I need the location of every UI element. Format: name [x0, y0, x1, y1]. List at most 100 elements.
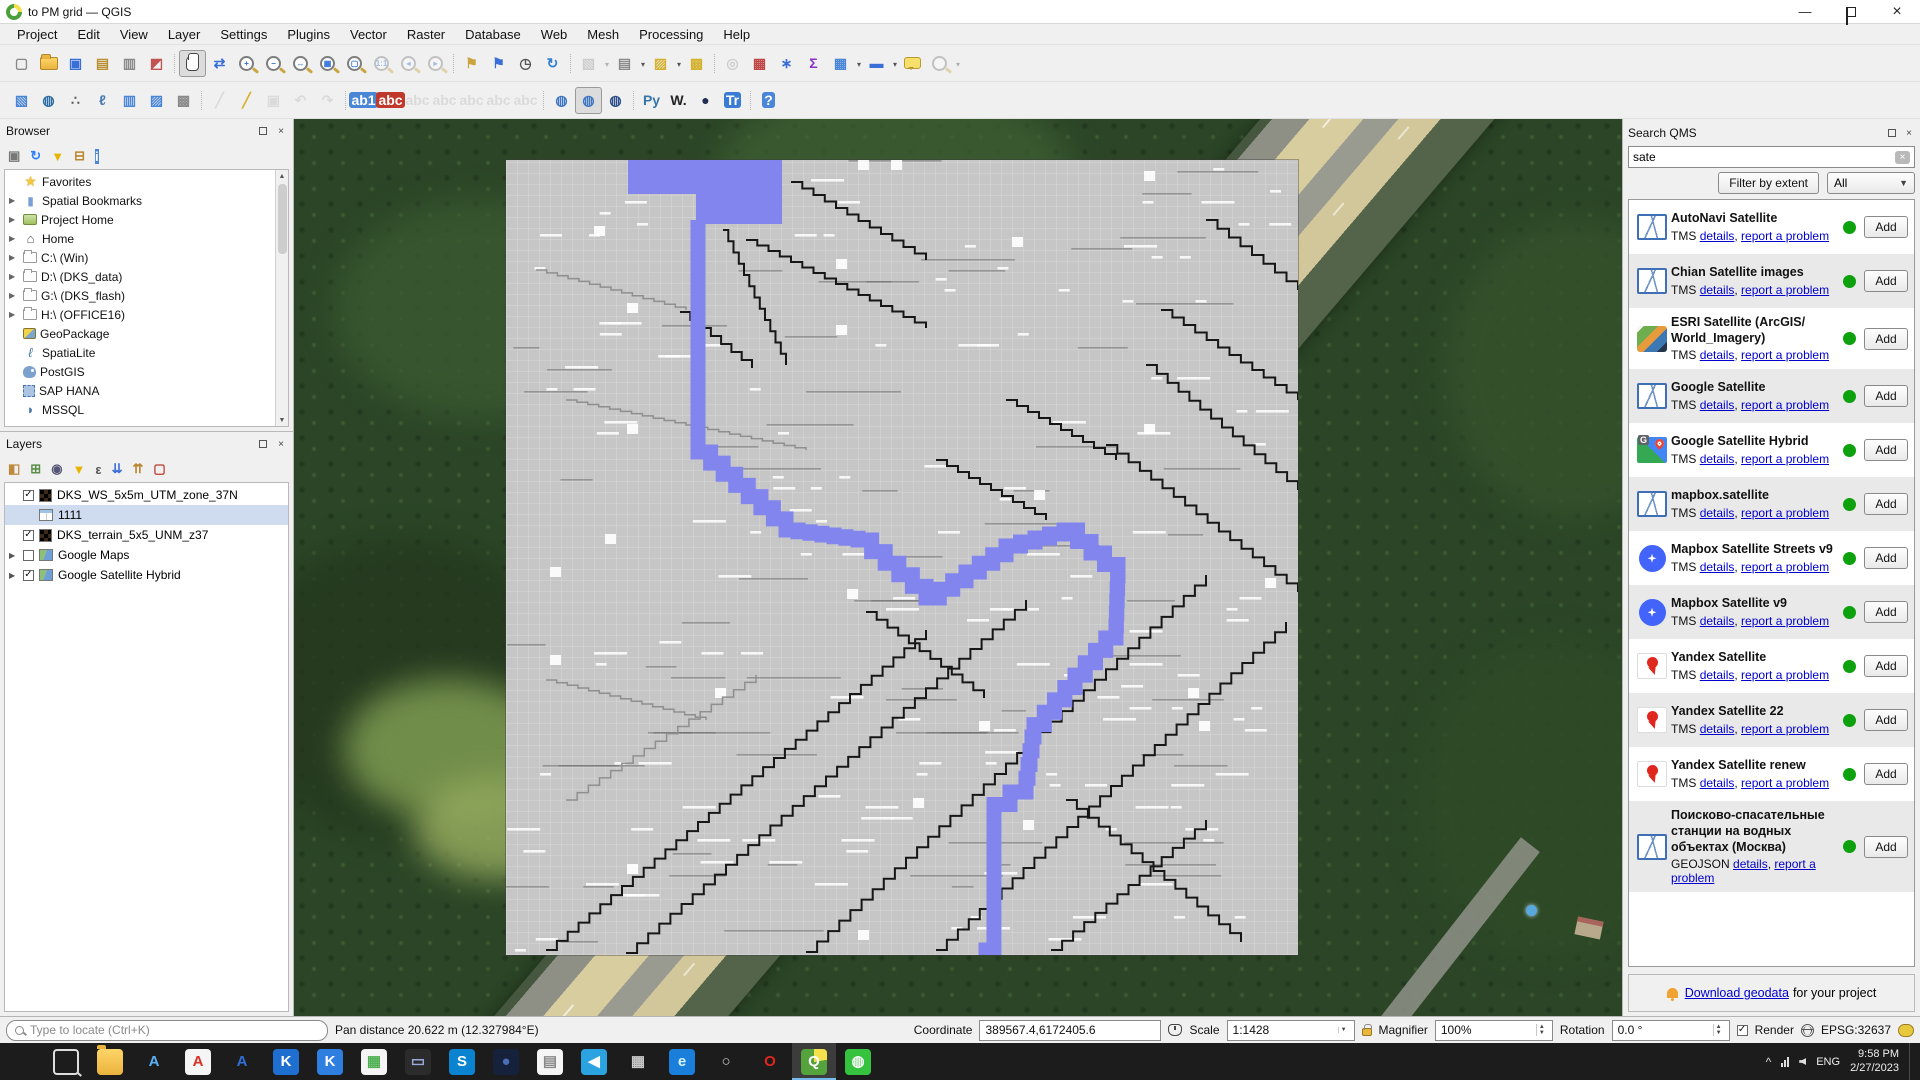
report-problem-link[interactable]: report a problem — [1741, 452, 1829, 466]
qms-search-globe-icon[interactable]: ◍ ▾ — [575, 87, 602, 114]
navy-sphere-app[interactable]: ● — [484, 1043, 528, 1080]
layer-labeling-icon[interactable]: ab1 ▾ — [350, 87, 377, 114]
layout-manager-icon[interactable]: ▥ ▾ — [116, 50, 143, 77]
select-all-icon[interactable]: ▩ ▾ — [683, 50, 710, 77]
processing-toolbox-icon[interactable]: ∗ ▾ — [773, 50, 800, 77]
refresh-browser-icon[interactable]: ↻ — [30, 148, 41, 164]
file-explorer[interactable] — [88, 1043, 132, 1080]
show-desktop-button[interactable] — [1909, 1043, 1916, 1080]
add-service-button[interactable]: Add — [1864, 836, 1907, 858]
toolbar-icon[interactable]: ▾ — [710, 50, 719, 77]
add-service-button[interactable]: Add — [1864, 547, 1907, 569]
add-service-button[interactable]: Add — [1864, 385, 1907, 407]
layer-visibility-checkbox[interactable] — [23, 550, 34, 561]
tray-expand-icon[interactable]: ^ — [1766, 1055, 1772, 1069]
report-problem-link[interactable]: report a problem — [1741, 398, 1829, 412]
data-source-manager-icon[interactable]: ▧ ▾ — [8, 87, 35, 114]
toolbar-icon[interactable]: ▾ — [449, 50, 458, 77]
layer-row[interactable]: ▶ DKS_terrain_5x5_UNM_z37 — [5, 525, 288, 545]
add-service-button[interactable]: Add — [1864, 328, 1907, 350]
style-manager-icon[interactable]: ◩ ▾ — [143, 50, 170, 77]
layer-visibility-checkbox[interactable] — [23, 530, 34, 541]
qms-service-row[interactable]: ESRI Satellite (ArcGIS/ World_Imagery) T… — [1629, 308, 1914, 369]
details-link[interactable]: details — [1700, 229, 1735, 243]
add-service-button[interactable]: Add — [1864, 601, 1907, 623]
new-bookmark-icon[interactable]: ⚑ ▾ — [458, 50, 485, 77]
pan-map-icon[interactable]: ▾ — [179, 50, 206, 77]
collapse-all-layers-icon[interactable]: ⇈ — [133, 461, 144, 477]
help-contents-icon[interactable]: ? ▾ — [755, 87, 782, 114]
add-service-button[interactable]: Add — [1864, 493, 1907, 515]
details-link[interactable]: details — [1700, 722, 1735, 736]
add-service-button[interactable]: Add — [1864, 763, 1907, 785]
qms-service-row[interactable]: Mapbox Satellite Streets v9 TMS details,… — [1629, 531, 1914, 585]
layers-float-icon[interactable] — [257, 438, 269, 450]
toolbar-icon[interactable]: ▾ — [539, 87, 548, 114]
browser-tree-item[interactable]: ▶ PostGIS — [5, 362, 288, 381]
new-project-icon[interactable]: ▢ ▾ — [8, 50, 35, 77]
filter-expression-icon[interactable]: ε — [95, 462, 101, 477]
details-link[interactable]: details — [1700, 348, 1735, 362]
menu-item[interactable]: Vector — [341, 25, 396, 44]
language-indicator[interactable]: ENG — [1816, 1056, 1840, 1068]
service-type-dropdown[interactable]: All ▼ — [1827, 172, 1915, 194]
browser-tree-item[interactable]: ▶ SAP HANA — [5, 381, 288, 400]
layer-expand-arrow-icon[interactable]: ▶ — [9, 551, 18, 560]
temporal-controller-icon[interactable]: ◷ ▾ — [512, 50, 539, 77]
add-service-button[interactable]: Add — [1864, 216, 1907, 238]
qms-service-row[interactable]: Mapbox Satellite v9 TMS details, report … — [1629, 585, 1914, 639]
layer-labeling-rule-icon[interactable]: abc ▾ — [377, 87, 404, 114]
wikipedia-plugin-icon[interactable]: W. ▾ — [665, 87, 692, 114]
details-link[interactable]: details — [1700, 776, 1735, 790]
deselect-features-icon[interactable]: ▨ ▾ — [647, 50, 674, 77]
remove-layer-icon[interactable]: ▢ — [153, 461, 165, 477]
menu-item[interactable]: Processing — [630, 25, 712, 44]
toolbar-icon[interactable]: ▾ — [197, 87, 206, 114]
qgis-app[interactable]: Q — [792, 1043, 836, 1080]
add-service-button[interactable]: Add — [1864, 709, 1907, 731]
browser-tree-item[interactable]: ▶ Favorites — [5, 172, 288, 191]
report-problem-link[interactable]: report a problem — [1741, 348, 1829, 362]
layer-visibility-checkbox[interactable] — [23, 490, 34, 501]
layer-row[interactable]: ▶ Google Satellite Hybrid — [5, 565, 288, 585]
add-vector-layer-icon[interactable]: ∴ ▾ — [62, 87, 89, 114]
qms-service-row[interactable]: Google Satellite Hybrid TMS details, rep… — [1629, 423, 1914, 477]
toolbar-icon[interactable]: ▾ — [746, 87, 755, 114]
expand-arrow-icon[interactable]: ▶ — [9, 196, 19, 205]
qms-geocoding-globe-icon[interactable]: ◍ ▾ — [548, 87, 575, 114]
details-link[interactable]: details — [1700, 560, 1735, 574]
show-bookmarks-icon[interactable]: ⚑ ▾ — [485, 50, 512, 77]
office-grid-app[interactable]: ▦ — [352, 1043, 396, 1080]
add-group-icon[interactable]: ⊞ — [30, 461, 41, 477]
telegram[interactable]: ◀ — [572, 1043, 616, 1080]
qms-settings-globe-icon[interactable]: ◍ ▾ — [602, 87, 629, 114]
menu-item[interactable]: Web — [532, 25, 577, 44]
scale-combobox[interactable]: 1:1428▼ — [1227, 1020, 1355, 1041]
menu-item[interactable]: Plugins — [278, 25, 339, 44]
map-tips-icon[interactable]: ▾ — [899, 50, 926, 77]
open-project-icon[interactable]: ▾ — [35, 50, 62, 77]
coordinate-display-toggle-icon[interactable] — [1168, 1024, 1182, 1036]
details-link[interactable]: details — [1700, 506, 1735, 520]
zoom-native-icon[interactable]: 1:1 ▾ — [368, 50, 395, 77]
volume-icon[interactable] — [1799, 1058, 1806, 1065]
label-toolbar-4-icon[interactable]: abc ▾ — [485, 87, 512, 114]
zoom-next-icon[interactable]: ▸ ▾ — [422, 50, 449, 77]
opera-browser[interactable]: O — [748, 1043, 792, 1080]
render-checkbox[interactable] — [1737, 1025, 1748, 1036]
details-link[interactable]: details — [1733, 857, 1768, 871]
details-link[interactable]: details — [1700, 668, 1735, 682]
pan-to-selection-icon[interactable]: ⇄ ▾ — [206, 50, 233, 77]
add-delimited-text-icon[interactable]: ▥ ▾ — [116, 87, 143, 114]
add-wms-layer-icon[interactable]: ◍ ▾ — [35, 87, 62, 114]
report-problem-link[interactable]: report a problem — [1741, 668, 1829, 682]
browser-tree-item[interactable]: ▶ GeoPackage — [5, 324, 288, 343]
menu-item[interactable]: Raster — [398, 25, 454, 44]
lock-scale-icon[interactable] — [1362, 1028, 1372, 1036]
label-toolbar-1-icon[interactable]: abc ▾ — [404, 87, 431, 114]
expand-arrow-icon[interactable]: ▶ — [9, 234, 19, 243]
python-console-icon[interactable]: Py ▾ — [638, 87, 665, 114]
browser-tree-item[interactable]: ▶ H:\ (OFFICE16) — [5, 305, 288, 324]
locate-input[interactable]: Type to locate (Ctrl+K) — [6, 1020, 328, 1041]
menu-item[interactable]: Layer — [159, 25, 210, 44]
